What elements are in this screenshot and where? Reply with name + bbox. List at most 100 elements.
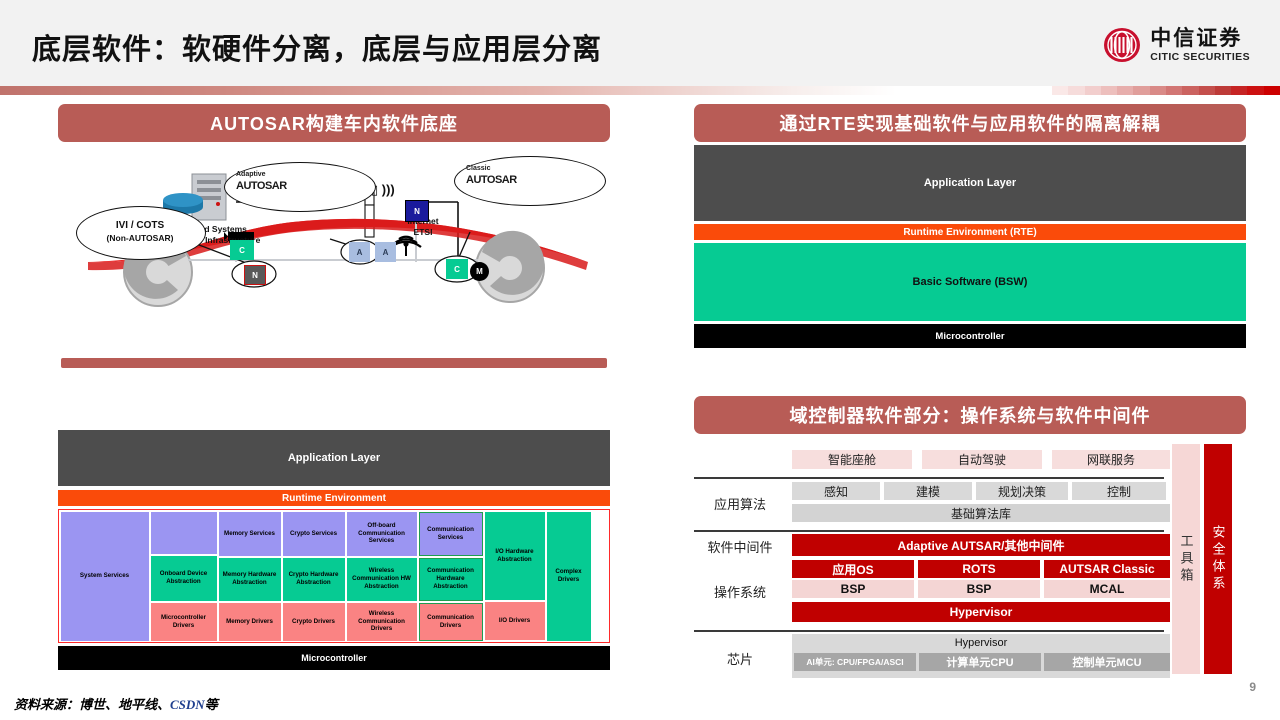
os-top-0: 应用OS bbox=[792, 560, 914, 578]
chip-1: 计算单元CPU bbox=[919, 653, 1041, 671]
algorithm-2: 规划决策 bbox=[976, 482, 1068, 500]
bsw-cell-io-hardware-abstraction: I/O Hardware Abstraction bbox=[484, 511, 545, 600]
hypervisor-os-bar: Hypervisor bbox=[792, 602, 1170, 622]
panel-autosar-vehicle: AUTOSAR构建车内软件底座))) Systems ETSI IVI / C… bbox=[58, 104, 610, 376]
stripe-block-12 bbox=[1247, 86, 1264, 95]
bsw-cell-top-3: Crypto Services bbox=[282, 511, 345, 556]
source-note: 资料来源：博世、地平线、CSDN等 bbox=[14, 694, 218, 713]
bsw-cell-system-services: System Services bbox=[60, 511, 149, 641]
bubble-adaptive-label: Adaptive bbox=[236, 171, 266, 178]
stripe-block-11 bbox=[1231, 86, 1248, 95]
bsw-cell-top-4: Off-board Communication Services bbox=[346, 511, 417, 556]
row-label-application-algorithm: 应用算法 bbox=[713, 497, 766, 512]
bsw-column-1: Onboard Device Abstraction Microcontrolle… bbox=[150, 511, 217, 641]
bsw-column-3: Crypto Services Crypto Hardware Abstracti… bbox=[282, 511, 345, 641]
bsw-column-6: I/O Hardware Abstraction I/O Drivers bbox=[484, 511, 545, 641]
stack-microcontroller: Microcontroller bbox=[58, 646, 610, 670]
bsw-column-0: System Services bbox=[60, 511, 149, 641]
panel-title-domain-controller: 域控制器软件部分：操作系统与软件中间件 bbox=[694, 396, 1246, 434]
bubble-classic-label: Classic bbox=[466, 165, 491, 172]
stripe-block-2 bbox=[1084, 86, 1101, 95]
node-c-left: C bbox=[230, 240, 254, 260]
stripe-block-10 bbox=[1214, 86, 1232, 95]
bsw-column-5: Communication Services Communication Hard… bbox=[418, 511, 483, 641]
bsw-cell-spacer-purple bbox=[150, 511, 217, 554]
node-a2: A bbox=[375, 242, 396, 262]
dc-divider bbox=[694, 477, 1164, 479]
os-bottom-2: MCAL bbox=[1044, 580, 1170, 598]
source-prefix: 资料来源：博世、地平线、 bbox=[14, 697, 171, 712]
stripe-block-1 bbox=[1068, 86, 1085, 95]
domain-controller-diagram: 智能座舱 自动驾驶 网联服务 应用算法 感知 建模 规划决策 控制 基础算法库 软件中间件 Adap… bbox=[694, 444, 1246, 678]
page-number: 9 bbox=[1249, 680, 1256, 694]
stripe-block-5 bbox=[1133, 86, 1150, 95]
stripe-block-8 bbox=[1182, 86, 1199, 95]
panel-rte-isolation: 通过RTE实现基础软件与应用软件的隔离解耦 Application Layer … bbox=[694, 104, 1246, 370]
row-label-chip: 芯片 bbox=[726, 652, 753, 667]
bsw-cell-bot-2: Memory Drivers bbox=[218, 602, 281, 641]
algorithm-library: 基础算法库 bbox=[792, 504, 1170, 522]
stack-application-layer: Application Layer bbox=[58, 430, 610, 486]
bsw-cell-bot-4: Wireless Communication Drivers bbox=[346, 602, 417, 641]
stripe-block-6 bbox=[1149, 86, 1166, 95]
node-n-bottom: N bbox=[244, 265, 266, 285]
middleware-bar: Adaptive AUTSAR/其他中间件 bbox=[792, 534, 1170, 556]
bubble-ivi-cots-line1: IVI / COTS bbox=[115, 220, 165, 231]
bsw-cell-mid-3: Crypto Hardware Abstraction bbox=[282, 557, 345, 601]
bsw-cell-bot-3: Crypto Drivers bbox=[282, 602, 345, 641]
bsw-cell-onboard-device-abstraction: Onboard Device Abstraction bbox=[150, 555, 217, 601]
bsw-cell-mid-2: Memory Hardware Abstraction bbox=[218, 557, 281, 601]
rte-application-layer: Application Layer bbox=[694, 145, 1246, 221]
bsw-cell-io-drivers: I/O Drivers bbox=[484, 601, 545, 640]
side-column-toolbox: 工具箱 bbox=[1172, 444, 1200, 674]
row-label-operating-system: 操作系统 bbox=[713, 585, 766, 600]
stripe-block-4 bbox=[1117, 86, 1134, 95]
bsw-column-7: Complex Drivers bbox=[546, 511, 591, 641]
source-highlight: CSDN bbox=[170, 697, 205, 712]
chip-2: 控制单元MCU bbox=[1044, 653, 1170, 671]
os-top-1: ROTS bbox=[918, 560, 1040, 578]
stack-basic-software-grid: System Services Onboard Device Abstractio… bbox=[58, 509, 610, 643]
panel-title-autosar-vehicle: AUTOSAR构建车内软件底座 bbox=[58, 104, 610, 142]
page-title: 底层软件：软硬件分离，底层与应用层分离 bbox=[32, 34, 603, 66]
header-stripe-blocks bbox=[1052, 86, 1280, 95]
bsw-cell-mid-4: Wireless Communication HW Abstraction bbox=[346, 557, 417, 601]
rte-basic-software-layer: Basic Software (BSW) bbox=[694, 243, 1246, 321]
stripe-block-7 bbox=[1165, 86, 1183, 95]
bsw-column-2: Memory Services Memory Hardware Abstracti… bbox=[218, 511, 281, 641]
chip-0: AI单元: CPU/FPGA/ASCI bbox=[794, 653, 916, 671]
algorithm-3: 控制 bbox=[1072, 482, 1166, 500]
illustration-bottom-bar bbox=[61, 358, 607, 368]
domain-2: 网联服务 bbox=[1052, 450, 1170, 469]
row-label-middleware: 软件中间件 bbox=[707, 540, 773, 555]
panel-title-rte-isolation: 通过RTE实现基础软件与应用软件的隔离解耦 bbox=[694, 104, 1246, 142]
bubble-ivi-cots-line2: (Non-AUTOSAR) bbox=[106, 233, 174, 243]
node-n-top: N bbox=[405, 200, 429, 222]
bsw-cell-bot-5: Communication Drivers bbox=[418, 602, 483, 641]
stripe-block-13 bbox=[1263, 86, 1280, 95]
os-bottom-0: BSP bbox=[792, 580, 914, 598]
bsw-cell-microcontroller-drivers: Microcontroller Drivers bbox=[150, 602, 217, 641]
bubble-classic-autosar-word: AUTOSAR bbox=[466, 174, 517, 186]
autosar-vehicle-illustration: ((( ▯▯ ))) Backend Systems Road-Side Inf… bbox=[58, 144, 610, 376]
algorithm-1: 建模 bbox=[884, 482, 972, 500]
side-column-security: 安全体系 bbox=[1204, 444, 1232, 674]
citic-logo-icon bbox=[1103, 26, 1141, 64]
bubble-adaptive-autosar-word: AUTOSAR bbox=[236, 180, 287, 192]
algorithm-0: 感知 bbox=[792, 482, 880, 500]
logo-chinese-name: 中信证券 bbox=[1150, 26, 1243, 50]
rte-microcontroller-layer: Microcontroller bbox=[694, 324, 1246, 348]
node-a1: A bbox=[349, 242, 370, 262]
stripe-block-9 bbox=[1198, 86, 1215, 95]
stripe-block-0 bbox=[1052, 86, 1069, 95]
dc-divider bbox=[694, 530, 1164, 532]
panel-autosar-layer-stack: Application Layer Runtime Environment Sy… bbox=[58, 430, 610, 682]
hypervisor-chip-label: Hypervisor bbox=[954, 637, 1008, 649]
rte-runtime-environment-layer: Runtime Environment (RTE) bbox=[694, 224, 1246, 240]
os-bottom-1: BSP bbox=[918, 580, 1040, 598]
brand-logo: 中信证券 CITIC SECURITIES bbox=[1103, 26, 1250, 64]
panel-domain-controller: 域控制器软件部分：操作系统与软件中间件 智能座舱 自动驾驶 网联服务 应用算法 感知 建模… bbox=[694, 396, 1246, 681]
bsw-cell-complex-drivers: Complex Drivers bbox=[546, 511, 591, 641]
source-suffix: 等 bbox=[204, 697, 218, 712]
node-c-right: C bbox=[446, 259, 468, 279]
